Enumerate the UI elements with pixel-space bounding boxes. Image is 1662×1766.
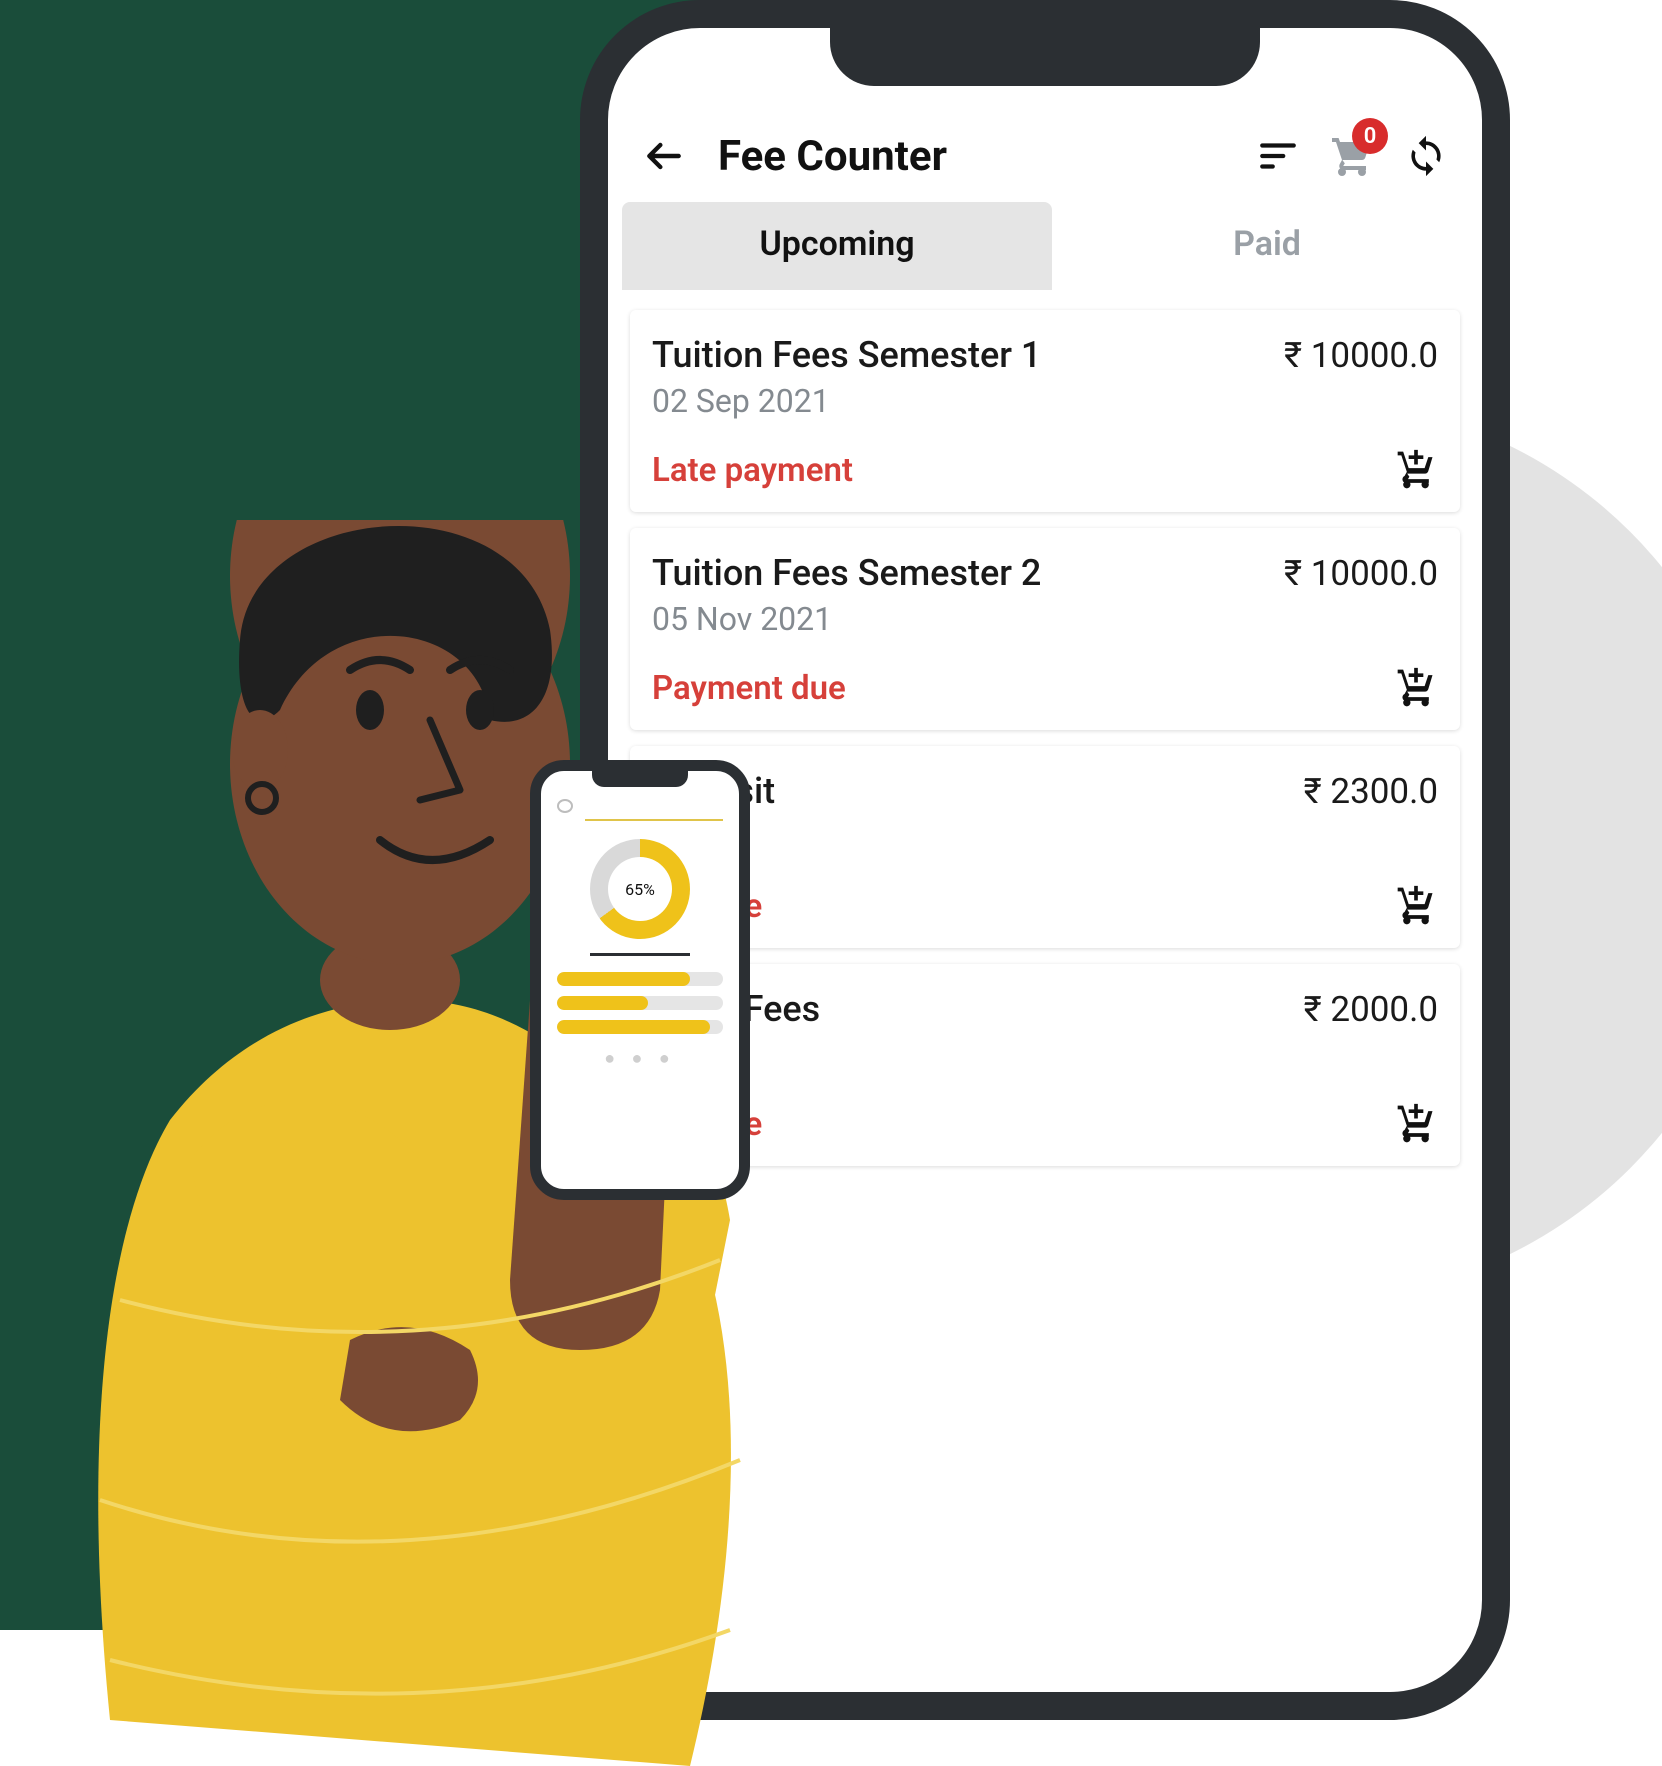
add-to-cart-button[interactable] bbox=[1394, 448, 1438, 492]
add-to-cart-button[interactable] bbox=[1394, 1102, 1438, 1146]
fee-card[interactable]: Tuition Fees Semester 1 ₹ 10000.0 02 Sep… bbox=[630, 310, 1460, 512]
phone-notch-small bbox=[592, 769, 688, 787]
refresh-button[interactable] bbox=[1398, 128, 1454, 184]
fee-amount: ₹ 10000.0 bbox=[1284, 553, 1438, 594]
fee-title: Tuition Fees Semester 1 bbox=[652, 334, 1041, 376]
add-to-cart-button[interactable] bbox=[1394, 884, 1438, 928]
progress-donut: 65% bbox=[590, 839, 690, 939]
sort-button[interactable] bbox=[1250, 128, 1306, 184]
refresh-icon bbox=[1404, 134, 1448, 178]
progress-bar bbox=[557, 996, 723, 1010]
small-divider bbox=[585, 819, 723, 821]
progress-bar bbox=[557, 972, 723, 986]
app-header: Fee Counter 0 bbox=[608, 110, 1482, 194]
add-to-cart-button[interactable] bbox=[1394, 666, 1438, 710]
arrow-left-icon bbox=[642, 134, 686, 178]
donut-percent-label: 65% bbox=[625, 880, 655, 899]
sort-icon bbox=[1257, 135, 1299, 177]
fee-amount: ₹ 2300.0 bbox=[1304, 771, 1438, 812]
fee-amount: ₹ 2000.0 bbox=[1304, 989, 1438, 1030]
fee-status: Late payment bbox=[652, 451, 853, 490]
cart-button[interactable]: 0 bbox=[1324, 128, 1380, 184]
cart-badge: 0 bbox=[1352, 118, 1388, 154]
page-title: Fee Counter bbox=[718, 132, 947, 181]
small-separator bbox=[590, 953, 690, 956]
tabs: Upcoming Paid bbox=[608, 202, 1482, 290]
add-cart-icon bbox=[1394, 448, 1438, 492]
tab-paid[interactable]: Paid bbox=[1052, 202, 1482, 290]
add-cart-icon bbox=[1394, 884, 1438, 928]
small-top-icon bbox=[557, 799, 573, 813]
pagination-dots: ● ● ● bbox=[557, 1048, 723, 1069]
add-cart-icon bbox=[1394, 666, 1438, 710]
add-cart-icon bbox=[1394, 1102, 1438, 1146]
back-button[interactable] bbox=[636, 128, 692, 184]
progress-bar bbox=[557, 1020, 723, 1034]
fee-date: 02 Sep 2021 bbox=[652, 382, 1438, 420]
phone-mockup-small: 65% ● ● ● bbox=[530, 760, 750, 1200]
phone-notch bbox=[830, 24, 1260, 86]
tab-upcoming[interactable]: Upcoming bbox=[622, 202, 1052, 290]
fee-amount: ₹ 10000.0 bbox=[1284, 335, 1438, 376]
